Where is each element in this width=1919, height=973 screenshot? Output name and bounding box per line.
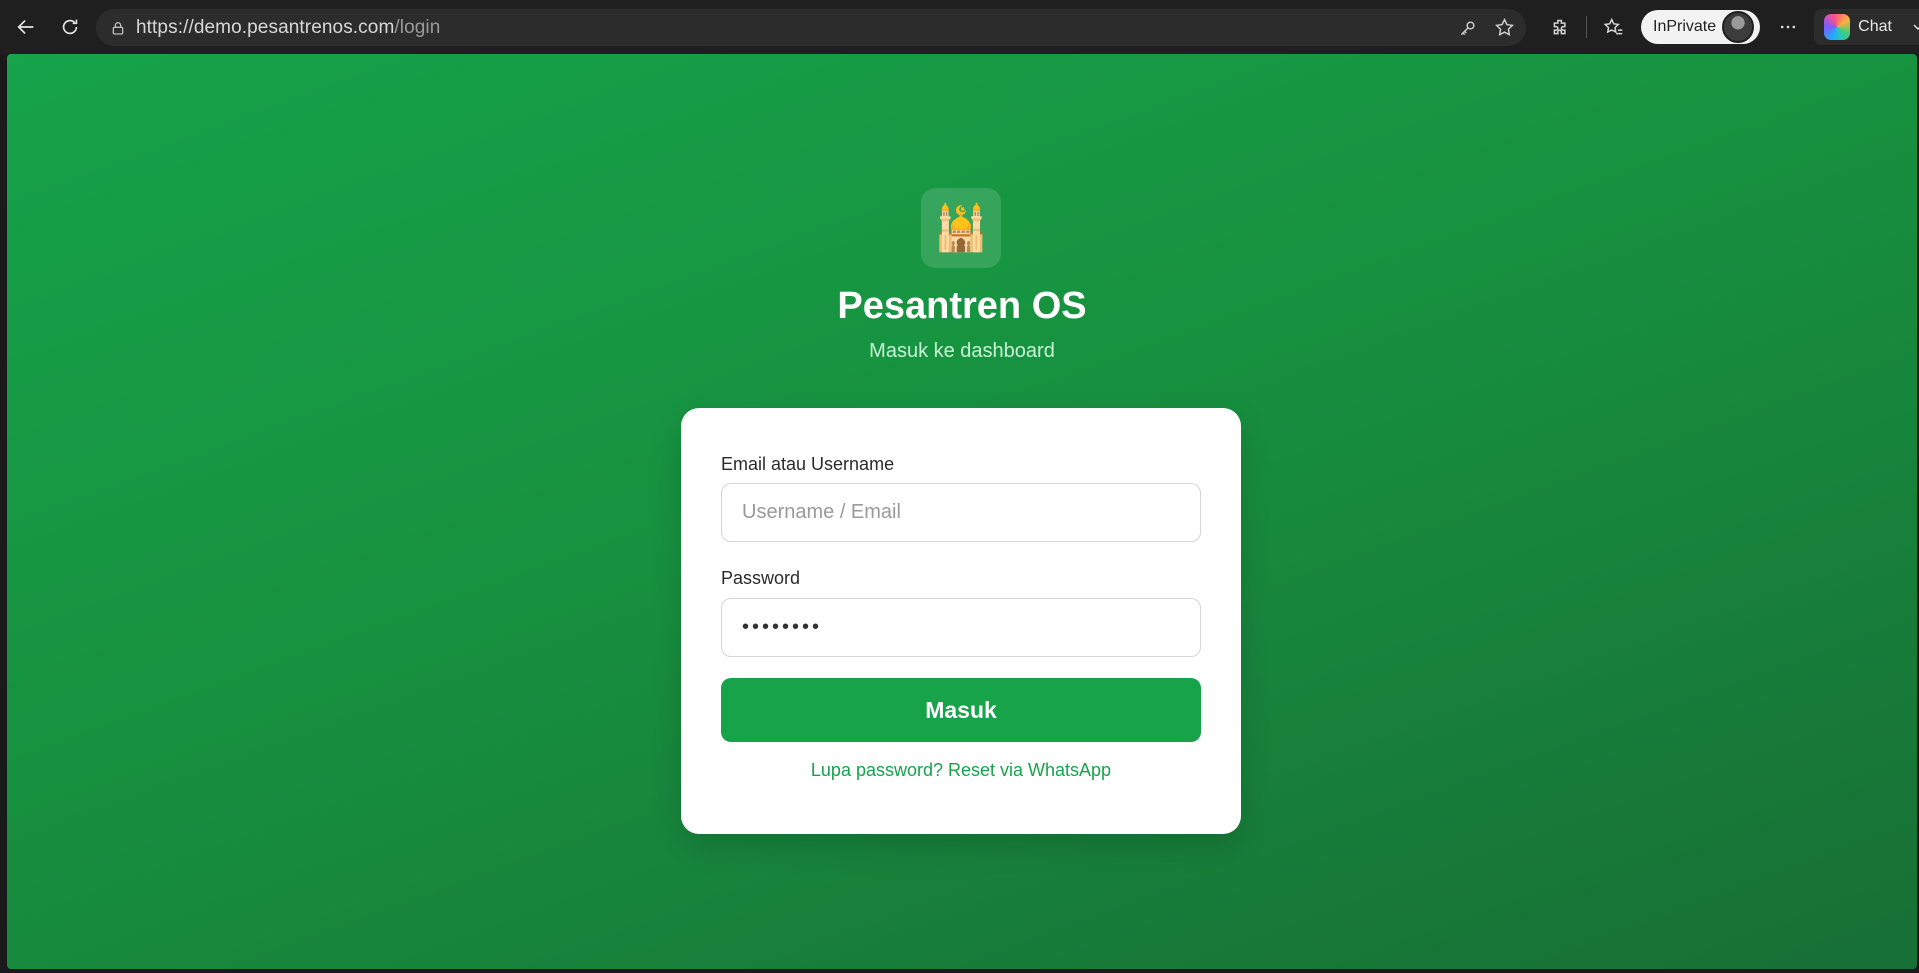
refresh-icon[interactable] — [50, 7, 90, 47]
forgot-password-link[interactable]: Lupa password? Reset via WhatsApp — [681, 760, 1241, 781]
lock-icon — [112, 21, 124, 35]
password-label: Password — [721, 568, 801, 588]
email-label: Email atau Username — [721, 454, 895, 474]
avatar — [1722, 11, 1755, 43]
toolbar-divider — [1586, 16, 1587, 38]
url-text: https://demo.pesantrenos.com/login — [136, 17, 440, 39]
star-icon[interactable] — [1492, 16, 1516, 40]
logo-glyph: 🕌 — [933, 204, 989, 253]
page-title: Pesantren OS — [837, 285, 1087, 327]
url-path: /login — [394, 16, 441, 38]
back-icon[interactable] — [6, 7, 46, 47]
extensions-icon[interactable] — [1540, 7, 1580, 47]
password-field[interactable] — [721, 598, 1201, 657]
browser-window: https://demo.pesantrenos.com/login InPri… — [0, 0, 1919, 973]
login-card: Email atau Username Password Masuk Lupa … — [681, 408, 1241, 834]
login-button[interactable]: Masuk — [721, 678, 1201, 742]
browser-toolbar: https://demo.pesantrenos.com/login InPri… — [0, 0, 1919, 54]
copilot-icon — [1824, 14, 1851, 40]
page-viewport: 🕌 Pesantren OS Masuk ke dashboard Email … — [7, 54, 1917, 969]
email-field[interactable] — [721, 483, 1201, 542]
url-host: https://demo.pesantrenos.com — [136, 16, 395, 38]
more-icon[interactable] — [1768, 7, 1808, 47]
page-subtitle: Masuk ke dashboard — [869, 340, 1055, 362]
inprivate-button[interactable]: InPrivate — [1641, 10, 1761, 44]
inprivate-label: InPrivate — [1653, 18, 1717, 35]
key-icon[interactable] — [1456, 16, 1480, 40]
chevron-down-icon[interactable] — [1910, 19, 1919, 35]
chat-label: Chat — [1858, 18, 1892, 35]
chat-button[interactable]: Chat — [1814, 9, 1919, 45]
address-bar[interactable]: https://demo.pesantrenos.com/login — [96, 9, 1526, 46]
mosque-logo-icon: 🕌 — [921, 188, 1001, 268]
favorites-icon[interactable] — [1593, 7, 1633, 47]
